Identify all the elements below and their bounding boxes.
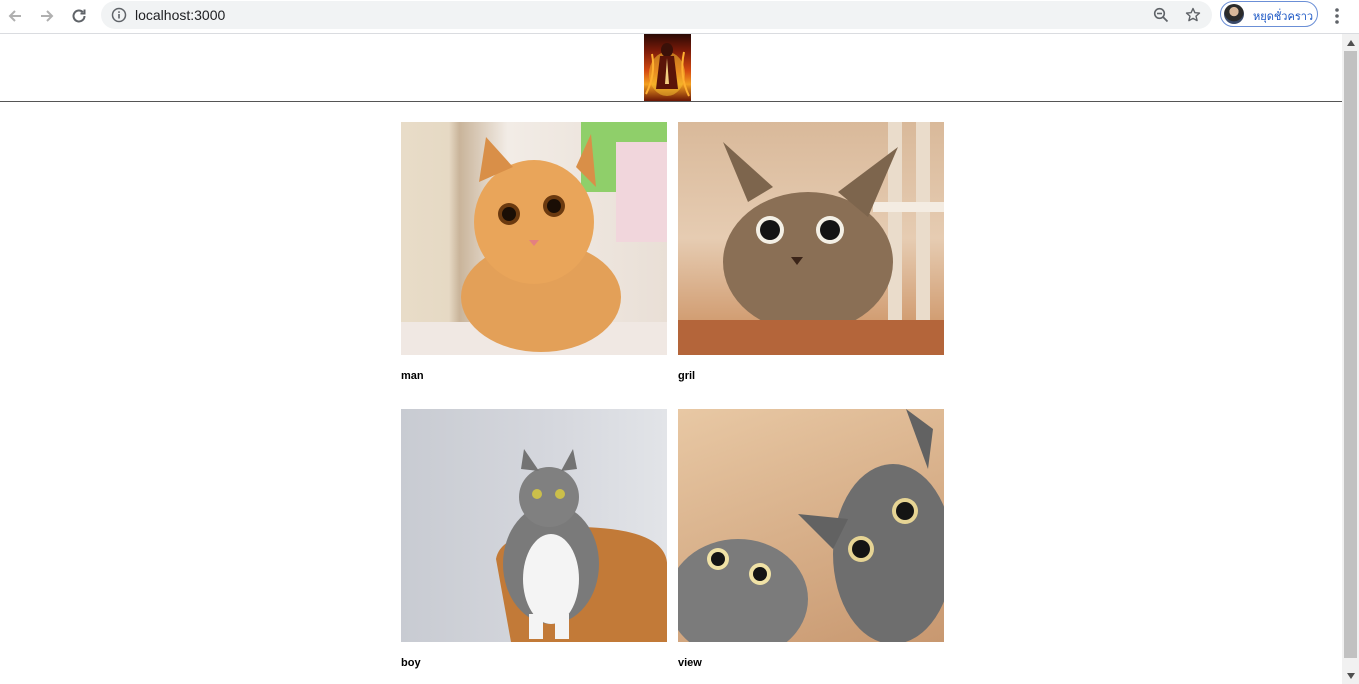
reload-icon (72, 9, 86, 23)
forward-button[interactable] (35, 4, 59, 28)
vertical-scrollbar[interactable] (1342, 34, 1359, 684)
star-icon[interactable] (1185, 7, 1201, 23)
cat-photo-grey-white[interactable] (401, 409, 667, 642)
triangle-down-icon (1346, 672, 1355, 679)
zoom-out-icon[interactable] (1153, 7, 1169, 23)
url-text[interactable]: localhost:3000 (135, 7, 225, 23)
scroll-down-button[interactable] (1342, 667, 1359, 684)
cat-photo-tabby[interactable] (678, 122, 944, 355)
gallery-card[interactable]: view (678, 409, 945, 669)
back-button[interactable] (3, 4, 27, 28)
reload-button[interactable] (67, 4, 91, 28)
profile-button[interactable]: หยุดชั่วคราว (1220, 1, 1318, 27)
header-logo-image (644, 34, 691, 101)
gallery-card[interactable]: gril (678, 122, 945, 382)
address-bar[interactable]: localhost:3000 (101, 1, 1212, 29)
card-caption: man (401, 370, 424, 382)
triangle-up-icon (1346, 39, 1355, 46)
more-vert-icon[interactable] (1329, 6, 1345, 26)
scroll-up-button[interactable] (1342, 34, 1359, 51)
cat-photo-orange[interactable] (401, 122, 667, 355)
back-arrow-icon (8, 10, 21, 22)
cat-photo-two-grey[interactable] (678, 409, 944, 642)
info-icon[interactable] (111, 7, 127, 23)
gallery-card[interactable]: boy (401, 409, 668, 669)
card-caption: view (678, 657, 702, 669)
browser-toolbar: localhost:3000 หยุดชั่วคราว (0, 0, 1359, 34)
avatar (1224, 4, 1244, 24)
header-divider (0, 101, 1342, 102)
card-caption: gril (678, 370, 696, 382)
scrollbar-thumb[interactable] (1344, 51, 1357, 658)
gallery-card[interactable]: man (401, 122, 668, 382)
card-caption: boy (401, 657, 421, 669)
forward-arrow-icon (41, 10, 54, 22)
profile-name: หยุดชั่วคราว (1253, 10, 1314, 23)
